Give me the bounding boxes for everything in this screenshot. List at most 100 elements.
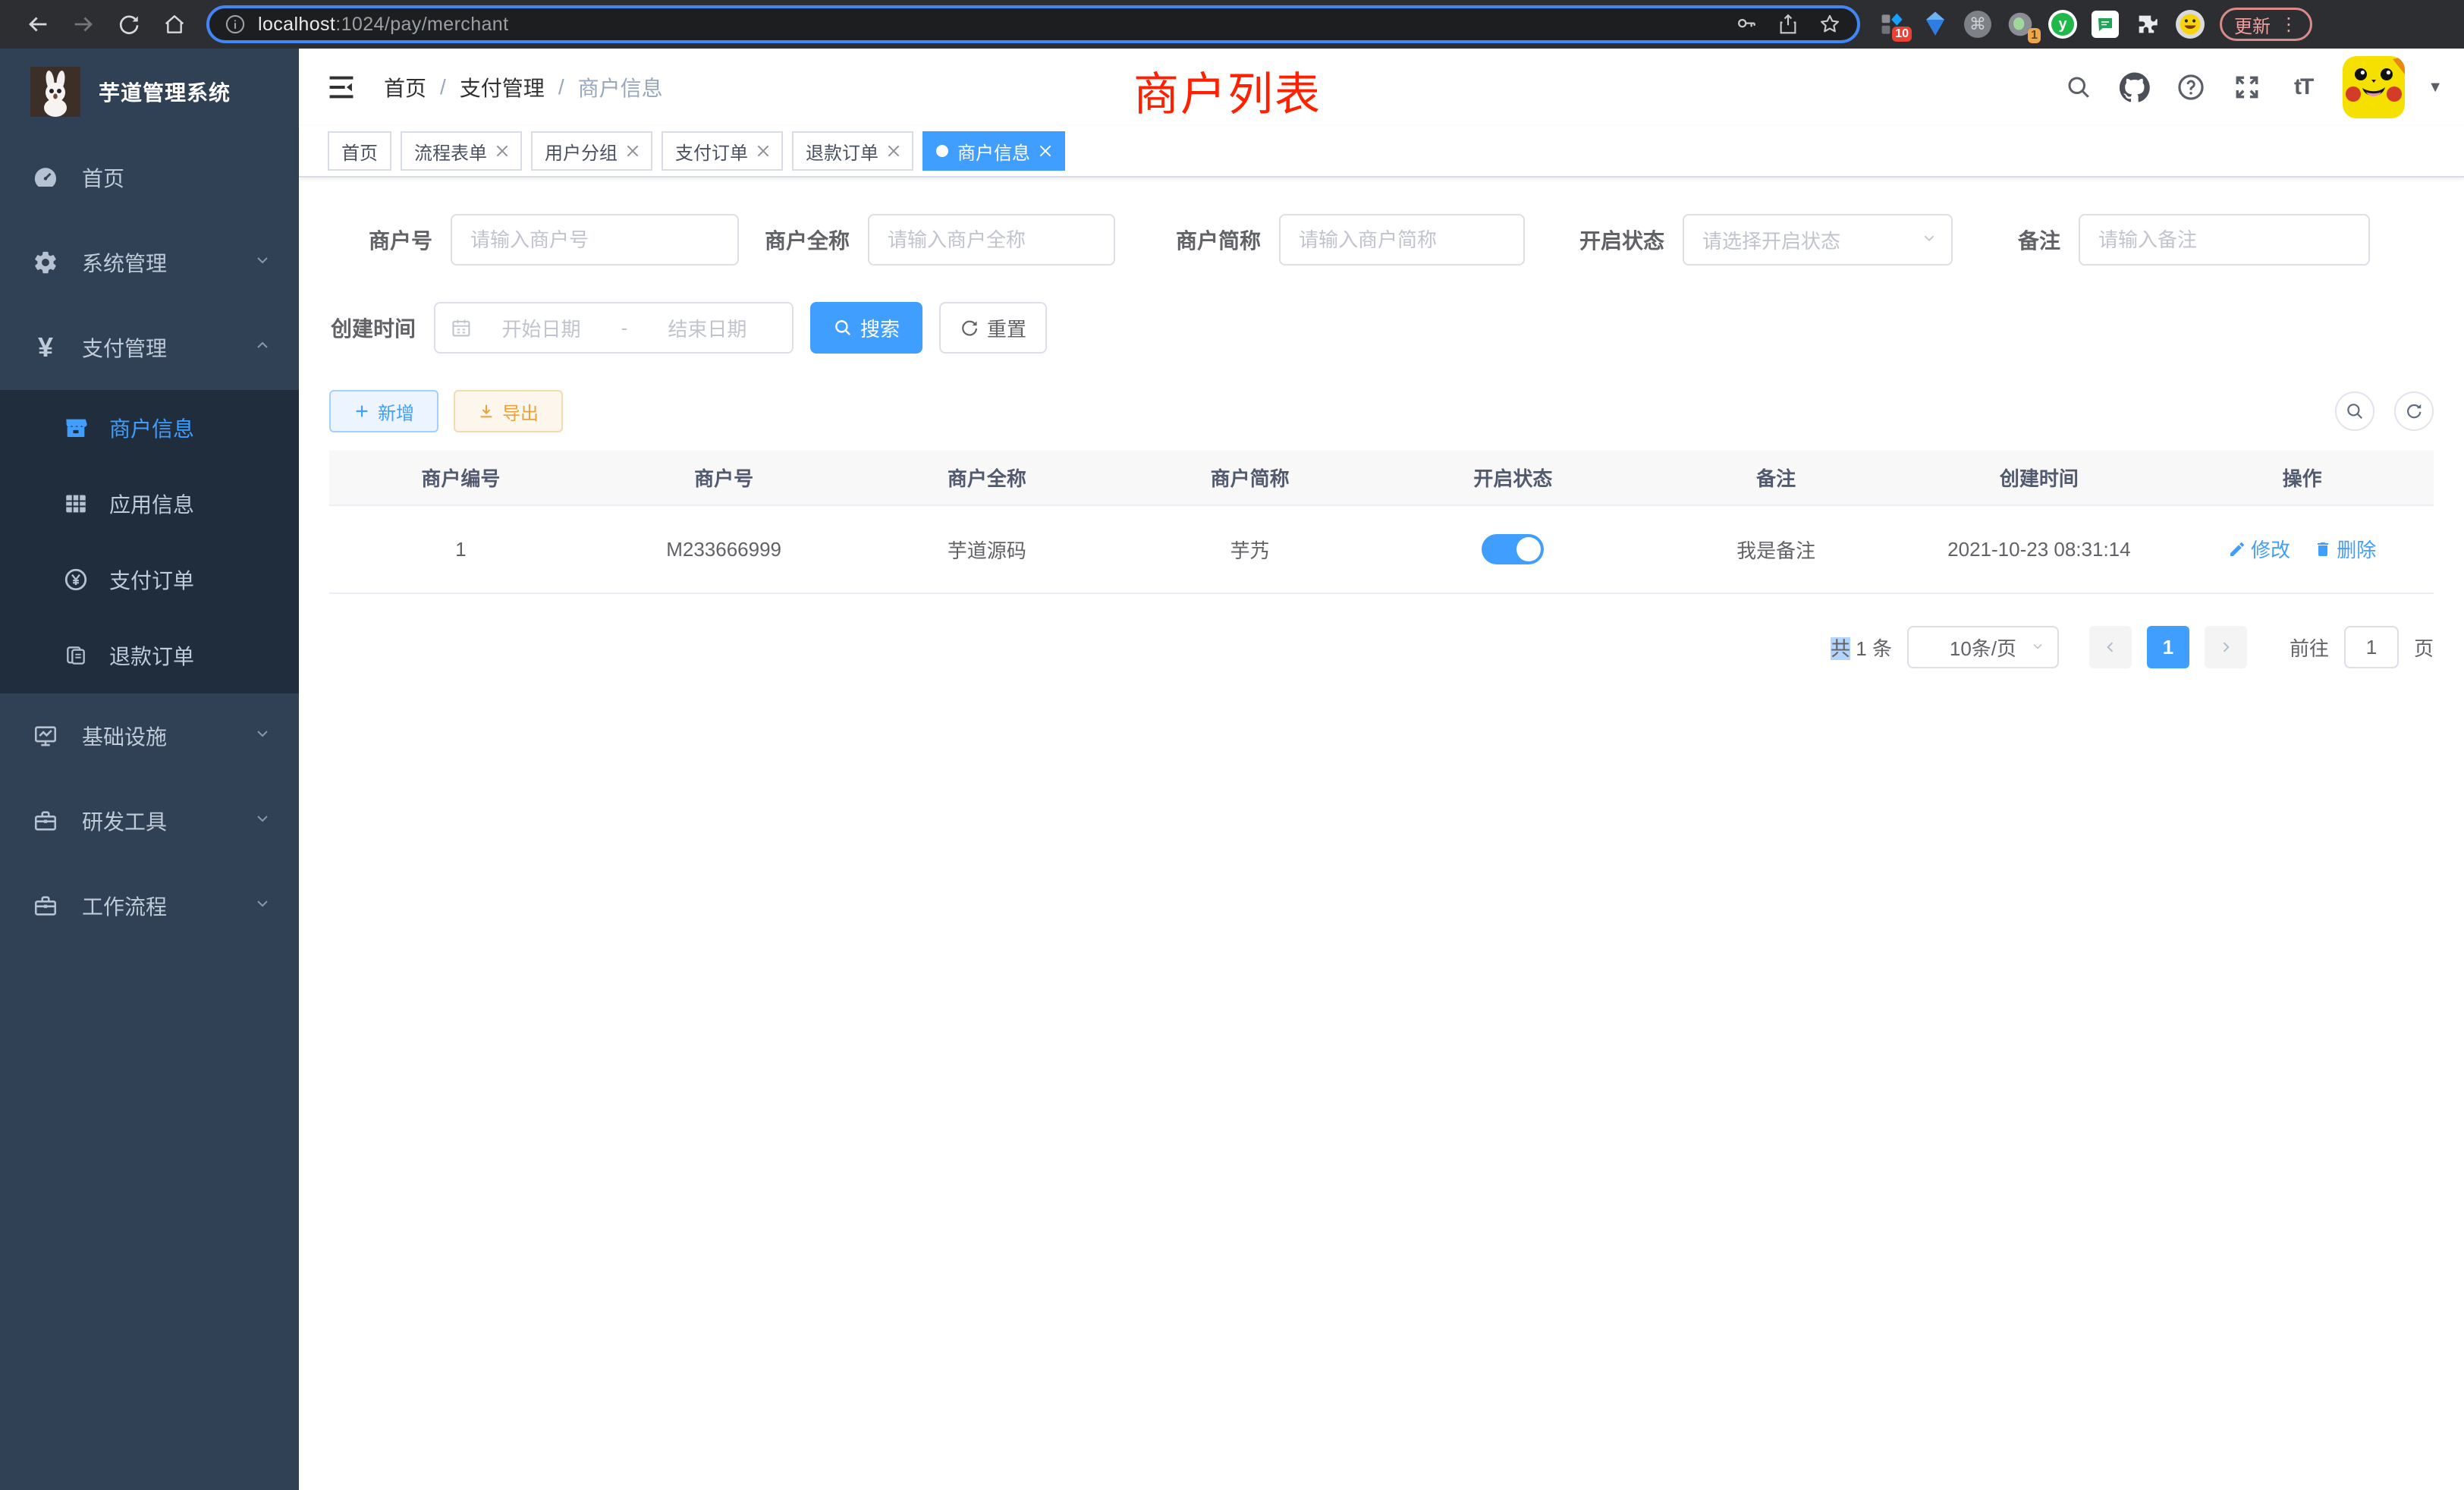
page-content: 商户号 商户全称 商户简称 开启状态 请选择开启状态 备注 创建时间 <box>299 178 2464 668</box>
tag-merchant-info[interactable]: 商户信息 <box>922 131 1065 171</box>
col-remark: 备注 <box>1645 451 1908 505</box>
extensions-tray: 10 ⌘ 1 y <box>1878 10 2205 39</box>
info-icon <box>225 14 246 35</box>
chevron-down-icon <box>1921 228 1938 252</box>
fullscreen-icon <box>2233 73 2261 102</box>
breadcrumb-home[interactable]: 首页 <box>384 72 426 102</box>
full-name-input[interactable] <box>868 214 1115 266</box>
tag-refund-order[interactable]: 退款订单 <box>792 131 913 171</box>
search-icon <box>2345 401 2365 421</box>
sidebar-item-home[interactable]: 首页 <box>0 135 299 220</box>
share-icon[interactable] <box>1777 12 1799 36</box>
tag-label: 支付订单 <box>675 138 748 165</box>
close-icon[interactable] <box>757 145 769 157</box>
close-icon[interactable] <box>1039 145 1051 157</box>
reload-button[interactable] <box>106 0 152 49</box>
sidebar-item-label: 基础设施 <box>82 721 167 751</box>
extension-circle-icon[interactable]: 1 <box>2006 10 2035 39</box>
user-avatar[interactable] <box>2343 56 2405 118</box>
add-button[interactable]: 新增 <box>329 390 438 432</box>
close-icon[interactable] <box>496 145 508 157</box>
breadcrumb-pay[interactable]: 支付管理 <box>460 72 545 102</box>
total-label: 共 1 条 <box>1831 633 1892 662</box>
help-button[interactable] <box>2174 71 2208 104</box>
show-search-button[interactable] <box>2335 391 2374 431</box>
extension-chat-icon[interactable] <box>2091 10 2120 39</box>
search-button[interactable]: 搜索 <box>810 302 922 354</box>
prev-page-button[interactable] <box>2089 626 2132 668</box>
create-time-range-input[interactable]: 开始日期 - 结束日期 <box>434 302 794 354</box>
extension-yudao-icon[interactable]: y <box>2048 10 2077 39</box>
update-button[interactable]: 更新 ⋮ <box>2220 8 2312 41</box>
remark-input[interactable] <box>2079 214 2370 266</box>
goto-page-input[interactable] <box>2344 626 2399 668</box>
url-bar[interactable]: localhost:1024/pay/merchant <box>206 5 1860 43</box>
calendar-icon <box>451 317 472 338</box>
date-separator: - <box>611 316 638 340</box>
tag-pay-order[interactable]: 支付订单 <box>662 131 783 171</box>
col-full-name: 商户全称 <box>856 451 1119 505</box>
extension-gem-icon[interactable] <box>1921 10 1950 39</box>
status-toggle[interactable] <box>1482 534 1544 564</box>
chevron-left-icon <box>2103 640 2118 655</box>
chevron-down-icon <box>253 250 272 275</box>
sidebar-item-system[interactable]: 系统管理 <box>0 220 299 305</box>
sidebar-item-pay[interactable]: ¥ 支付管理 <box>0 305 299 390</box>
forward-icon <box>71 11 96 37</box>
tag-home[interactable]: 首页 <box>328 131 391 171</box>
start-date-placeholder[interactable]: 开始日期 <box>472 314 611 342</box>
github-button[interactable] <box>2118 71 2151 104</box>
end-date-placeholder[interactable]: 结束日期 <box>638 314 777 342</box>
bookmark-star-icon[interactable] <box>1818 12 1842 36</box>
edit-icon <box>2228 540 2246 558</box>
tag-process-form[interactable]: 流程表单 <box>401 131 522 171</box>
sidebar-logo-row[interactable]: 芋道管理系统 <box>0 49 299 135</box>
refresh-icon <box>2404 401 2424 421</box>
active-dot <box>936 145 948 157</box>
sidebar-item-merchant[interactable]: 商户信息 <box>0 390 299 466</box>
screen: localhost:1024/pay/merchant 10 ⌘ 1 y <box>0 0 2464 1490</box>
next-page-button[interactable] <box>2205 626 2247 668</box>
collapse-sidebar-button[interactable] <box>320 66 363 108</box>
extensions-puzzle-icon[interactable] <box>2133 10 2162 39</box>
tag-user-group[interactable]: 用户分组 <box>531 131 652 171</box>
close-icon[interactable] <box>888 145 900 157</box>
header-search-button[interactable] <box>2062 71 2095 104</box>
merchant-no-input[interactable] <box>451 214 739 266</box>
extension-command-icon[interactable]: ⌘ <box>1963 10 1992 39</box>
short-name-input[interactable] <box>1279 214 1525 266</box>
home-button[interactable] <box>152 0 197 49</box>
gear-icon <box>32 249 59 276</box>
close-icon[interactable] <box>627 145 639 157</box>
sidebar-item-refund-order[interactable]: 退款订单 <box>0 618 299 693</box>
rabbit-logo-image <box>30 67 80 117</box>
export-button[interactable]: 导出 <box>454 390 563 432</box>
edit-link[interactable]: 修改 <box>2228 535 2290 563</box>
sidebar-item-workflow[interactable]: 工作流程 <box>0 863 299 948</box>
table-row: 1 M233666999 芋道源码 芋艿 我是备注 2021-10-23 08:… <box>329 505 2434 593</box>
delete-link[interactable]: 删除 <box>2314 535 2376 563</box>
extension-blocks-icon[interactable]: 10 <box>1878 10 1907 39</box>
chevron-right-icon <box>2218 640 2233 655</box>
fullscreen-button[interactable] <box>2230 71 2264 104</box>
page-size-select[interactable]: 10条/页 <box>1907 626 2059 668</box>
refresh-table-button[interactable] <box>2394 391 2434 431</box>
extension-emoji-icon[interactable] <box>2176 10 2205 39</box>
back-button[interactable] <box>15 0 61 49</box>
passkey-icon[interactable] <box>1734 12 1758 36</box>
sidebar-submenu-pay: 商户信息 应用信息 支付订单 退款订单 <box>0 390 299 693</box>
kebab-menu-icon[interactable]: ⋮ <box>2280 14 2298 36</box>
sidebar-item-pay-order[interactable]: 支付订单 <box>0 542 299 618</box>
chevron-down-icon <box>253 724 272 748</box>
sidebar-item-infra[interactable]: 基础设施 <box>0 693 299 778</box>
sidebar-item-devtools[interactable]: 研发工具 <box>0 778 299 863</box>
avatar-caret-icon[interactable]: ▼ <box>2428 79 2443 96</box>
font-size-button[interactable]: tT <box>2286 71 2320 104</box>
delete-label: 删除 <box>2337 535 2376 563</box>
forward-button[interactable] <box>61 0 106 49</box>
col-created: 创建时间 <box>1908 451 2171 505</box>
status-select[interactable]: 请选择开启状态 <box>1683 214 1953 266</box>
page-number-1[interactable]: 1 <box>2147 626 2189 668</box>
reset-button[interactable]: 重置 <box>939 302 1047 354</box>
sidebar-item-app[interactable]: 应用信息 <box>0 466 299 542</box>
